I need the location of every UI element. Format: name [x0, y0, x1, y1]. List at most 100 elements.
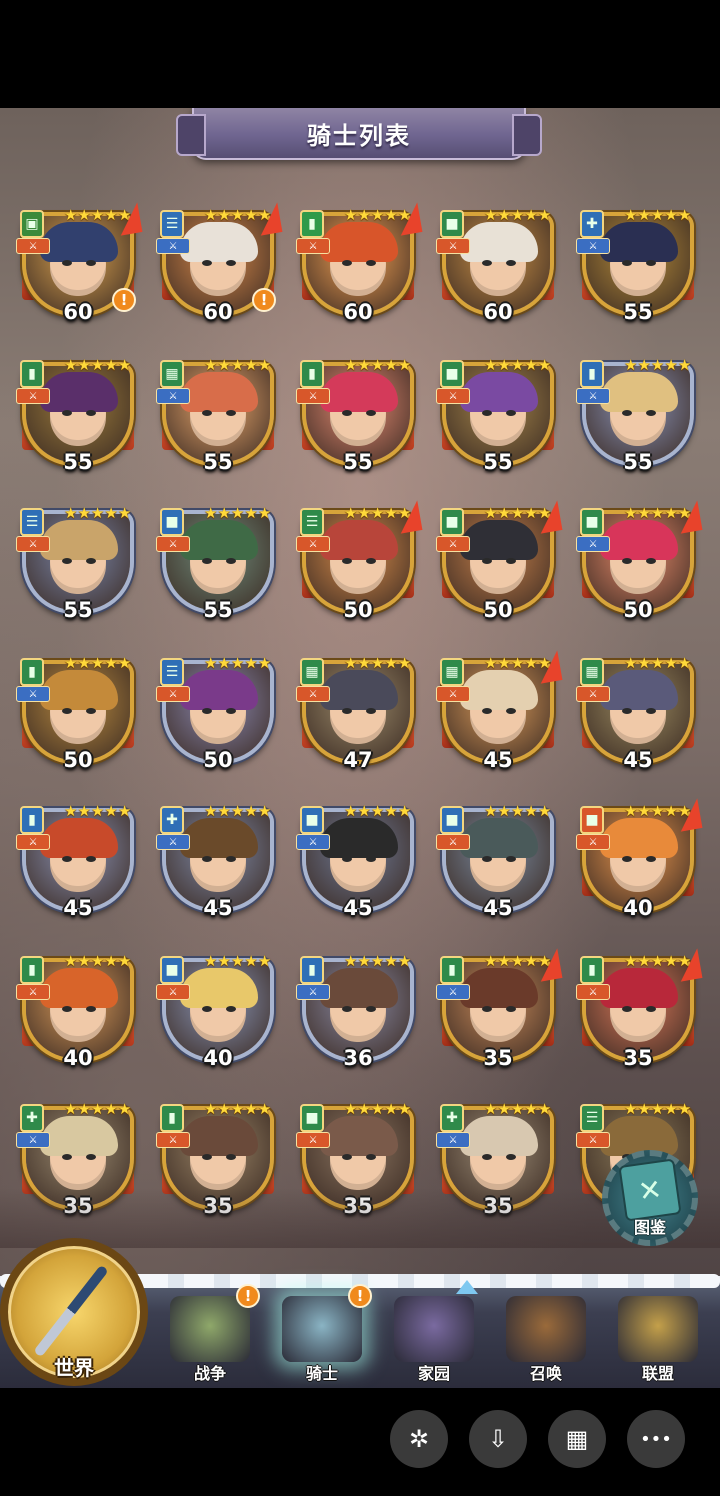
- knight-card[interactable]: ★ ★ ★ ★ ★ ■ ⚔ 45: [296, 800, 420, 924]
- upgrade-arrow-icon: [456, 1280, 478, 1294]
- star-icon: ★: [664, 206, 678, 224]
- knight-card[interactable]: ★ ★ ★ ★ ★ ▮ ⚔ 55: [296, 354, 420, 478]
- knight-card[interactable]: ★ ★ ★ ★ ★ ■ ⚔ 45: [436, 800, 560, 924]
- nav-item-alliance[interactable]: 联盟: [606, 1290, 710, 1388]
- knight-eye: [482, 260, 492, 266]
- nav-item-summon[interactable]: 召唤: [494, 1290, 598, 1388]
- nav-label: 骑士: [305, 1364, 338, 1383]
- more-icon[interactable]: •••: [627, 1410, 685, 1468]
- star-icon: ★: [90, 356, 105, 374]
- apps-grid-icon[interactable]: ▦: [548, 1410, 606, 1468]
- knight-eye: [202, 708, 212, 714]
- knight-card[interactable]: ★ ★ ★ ★ ★ ✚ ⚔ 55: [576, 204, 700, 328]
- knight-level: 55: [343, 450, 373, 474]
- knight-card[interactable]: ★ ★ ★ ★ ★ ■ ⚔ 40: [576, 798, 703, 924]
- role-sword-icon: ⚔: [576, 834, 610, 850]
- knight-eye: [482, 856, 492, 862]
- star-rating: ★ ★ ★ ★ ★: [344, 954, 411, 969]
- knight-card[interactable]: ★★★★★▮⚔35: [576, 948, 703, 1074]
- star-icon: ★: [117, 1100, 132, 1118]
- knight-card[interactable]: ★ ★ ★ ★ ★ ■ ⚔ 55: [436, 354, 560, 478]
- star-rating: ★ ★ ★ ★ ★: [344, 804, 411, 819]
- knight-hair: [180, 1116, 258, 1156]
- nav-item-home[interactable]: 家园: [382, 1280, 486, 1388]
- knight-hair: [460, 818, 538, 858]
- knight-card[interactable]: ★ ★ ★ ★ ★ ▦ ⚔ 45: [576, 652, 700, 776]
- star-icon: ★: [77, 356, 91, 374]
- star-icon: ★: [397, 802, 412, 820]
- nav-label: 联盟: [641, 1364, 674, 1383]
- knight-card[interactable]: ★ ★ ★ ★ ★ ▮ ⚔ 36: [296, 950, 420, 1074]
- download-icon[interactable]: ⇩: [469, 1410, 527, 1468]
- knight-hair: [40, 520, 118, 560]
- knight-card[interactable]: ★ ★ ★ ★ ★ ▮ ⚔ 55: [576, 354, 700, 478]
- knight-card[interactable]: ★ ★ ★ ★ ★ ▮ ⚔ 60: [296, 202, 423, 328]
- star-icon: ★: [484, 504, 498, 522]
- knight-card[interactable]: ★ ★ ★ ★ ★ ■ ⚔ 40: [156, 950, 280, 1074]
- knight-eye: [226, 856, 236, 862]
- knight-eye: [482, 708, 492, 714]
- role-sword-icon: ⚔: [156, 686, 190, 702]
- knight-card[interactable]: ★ ★ ★ ★ ★ ■ ⚔ 55: [156, 502, 280, 626]
- knight-card[interactable]: ★ ★ ★ ★ ★ ▦ ⚔ 45: [436, 650, 563, 776]
- knight-card[interactable]: ★ ★ ★ ★ ★ ✚ ⚔ 45: [156, 800, 280, 924]
- star-icon: ★: [244, 802, 258, 820]
- star-icon: ★: [230, 1100, 245, 1118]
- knight-card[interactable]: ★★★★★▮⚔35: [436, 948, 563, 1074]
- star-icon: ★: [650, 654, 665, 672]
- knight-card[interactable]: ★ ★ ★ ★ ★ ▣ ⚔ 60!: [16, 202, 143, 328]
- knight-eye: [62, 260, 72, 266]
- star-icon: ★: [357, 654, 371, 672]
- knight-card[interactable]: ★ ★ ★ ★ ★ ■ ⚔ 60: [436, 204, 560, 328]
- star-icon: ★: [117, 654, 132, 672]
- knight-card[interactable]: ★ ★ ★ ★ ★ ☰ ⚔ 60!: [156, 202, 283, 328]
- star-icon: ★: [677, 802, 692, 820]
- knight-level: 45: [483, 896, 513, 920]
- knight-hair: [320, 968, 398, 1008]
- star-rating: ★ ★ ★ ★ ★: [484, 656, 551, 671]
- grid-icon: ▦: [580, 658, 604, 686]
- square-icon: ■: [440, 210, 464, 238]
- star-icon: ★: [230, 952, 245, 970]
- star-icon: ★: [217, 356, 231, 374]
- star-icon: ★: [537, 802, 552, 820]
- knight-card[interactable]: ★ ★ ★ ★ ★ ☰ ⚔ 55: [16, 502, 140, 626]
- star-icon: ★: [357, 952, 371, 970]
- knight-eye: [482, 558, 492, 564]
- role-sword-icon: ⚔: [296, 388, 330, 404]
- knight-eye: [622, 558, 632, 564]
- role-sword-icon: ⚔: [436, 686, 470, 702]
- knight-card[interactable]: ★ ★ ★ ★ ★ ▮ ⚔ 55: [16, 354, 140, 478]
- star-icon: ★: [497, 206, 511, 224]
- star-rating: ★ ★ ★ ★ ★: [344, 358, 411, 373]
- knight-hair: [180, 222, 258, 262]
- knight-level: 55: [63, 598, 93, 622]
- nav-item-war[interactable]: 战争!: [158, 1284, 262, 1388]
- star-icon: ★: [244, 952, 258, 970]
- knight-eye: [366, 1154, 376, 1160]
- sparkle-icon[interactable]: ✲: [390, 1410, 448, 1468]
- world-button[interactable]: 世界: [0, 1234, 152, 1388]
- rows-icon: ☰: [20, 508, 44, 536]
- knight-eye: [226, 558, 236, 564]
- star-icon: ★: [524, 654, 538, 672]
- knight-hair: [320, 520, 398, 560]
- square-icon: ■: [580, 806, 604, 834]
- codex-button[interactable]: ✕ 图鉴: [600, 1144, 700, 1248]
- knight-eye: [646, 856, 656, 862]
- knight-card[interactable]: ★ ★ ★ ★ ★ ▮ ⚔ 50: [16, 652, 140, 776]
- knight-hair: [40, 222, 118, 262]
- star-icon: ★: [510, 952, 525, 970]
- knight-card[interactable]: ★ ★ ★ ★ ★ ■ ⚔ 50: [436, 500, 563, 626]
- knight-card[interactable]: ★ ★ ★ ★ ★ ▮ ⚔ 45: [16, 800, 140, 924]
- knight-card[interactable]: ★ ★ ★ ★ ★ ☰ ⚔ 50: [296, 500, 423, 626]
- star-icon: ★: [650, 1100, 665, 1118]
- knight-eye: [62, 410, 72, 416]
- knight-card[interactable]: ★ ★ ★ ★ ★ ▦ ⚔ 55: [156, 354, 280, 478]
- knight-card[interactable]: ★ ★ ★ ★ ★ ☰ ⚔ 50: [156, 652, 280, 776]
- knight-card[interactable]: ★ ★ ★ ★ ★ ▮ ⚔ 40: [16, 950, 140, 1074]
- knight-card[interactable]: ★ ★ ★ ★ ★ ■ ⚔ 50: [576, 500, 703, 626]
- nav-item-knight[interactable]: 骑士!: [270, 1284, 374, 1388]
- role-sword-icon: ⚔: [296, 1132, 330, 1148]
- knight-card[interactable]: ★ ★ ★ ★ ★ ▦ ⚔ 47: [296, 652, 420, 776]
